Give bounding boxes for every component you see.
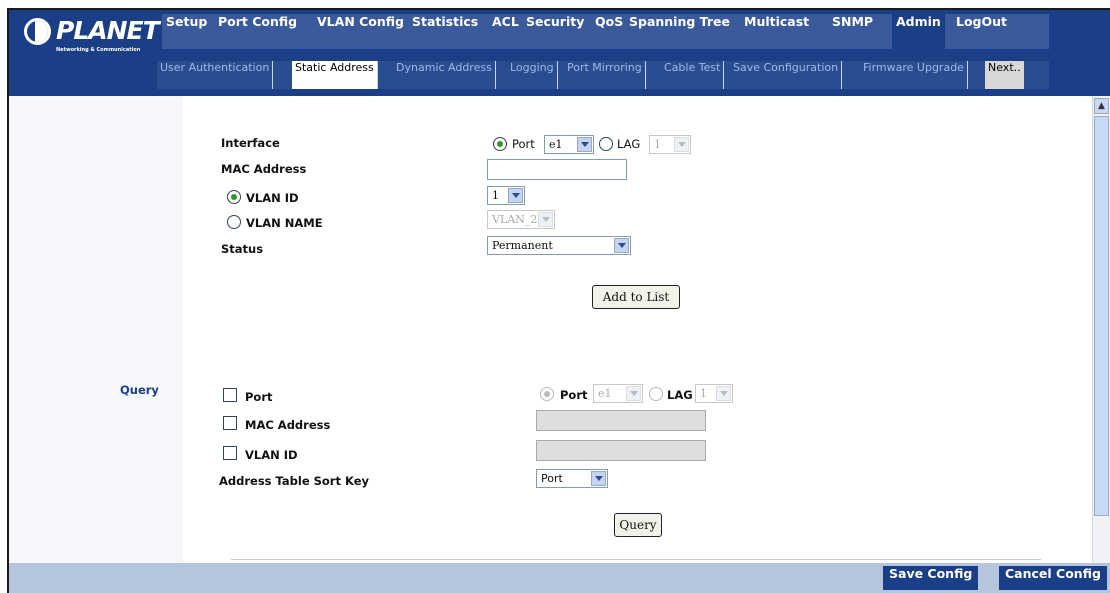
nav-acl[interactable]: ACL [488,14,523,49]
query-mac-input[interactable] [536,410,706,431]
status-label: Status [221,242,264,256]
query-mac-checkbox[interactable] [223,416,237,430]
query-lag-select[interactable]: 1 [695,384,733,403]
main-nav: Setup Port Config VLAN Config Statistics ACL… [162,14,1049,49]
sort-key-select[interactable]: Port [536,469,608,488]
mac-address-label: MAC Address [221,162,307,176]
interface-label: Interface [221,136,280,150]
left-panel [9,96,183,563]
interface-lag-label: LAG [617,137,641,151]
sub-nav: User Authentication Static Address Dynamic… [157,61,1049,89]
vlan-name-select[interactable]: VLAN_2 [487,210,555,229]
add-to-list-button[interactable]: Add to List [592,285,680,309]
sort-key-value: Port [541,472,563,485]
nav-multicast[interactable]: Multicast [740,14,813,49]
logo-tagline: Networking & Communication [56,47,141,53]
nav-qos[interactable]: QoS [591,14,627,49]
nav-spanning-tree[interactable]: Spanning Tree [625,14,734,49]
main-content: Interface Port e1 LAG 1 MAC Address VLAN… [9,96,1092,563]
planet-logo-icon [24,18,51,45]
query-lag-option-label: LAG [667,388,693,402]
subnav-save-configuration[interactable]: Save Configuration [730,61,843,89]
chevron-down-icon [716,386,731,401]
vlan-id-value: 1 [492,189,499,202]
sort-key-label: Address Table Sort Key [219,474,369,488]
query-mac-label: MAC Address [245,418,331,432]
status-select[interactable]: Permanent [487,236,631,255]
interface-port-radio[interactable] [493,137,507,151]
query-port-label: Port [245,390,273,404]
chevron-down-icon [508,188,523,203]
mac-address-input[interactable] [487,159,627,180]
nav-admin[interactable]: Admin [892,14,945,49]
logo-brand: PLANET [56,16,160,45]
query-vlan-checkbox[interactable] [223,446,237,460]
nav-statistics[interactable]: Statistics [408,14,482,49]
divider [231,559,1041,560]
query-lag-radio[interactable] [649,387,663,401]
subnav-user-authentication[interactable]: User Authentication [157,61,274,89]
nav-snmp[interactable]: SNMP [828,14,877,49]
chevron-down-icon [626,386,641,401]
interface-port-value: e1 [549,138,563,151]
chevron-down-icon [674,137,689,152]
subnav-cable-test[interactable]: Cable Test [661,61,725,89]
vlan-name-radio[interactable] [227,215,241,229]
query-port-select[interactable]: e1 [593,384,643,403]
query-lag-value: 1 [700,387,707,400]
chevron-down-icon [577,137,592,152]
nav-port-config[interactable]: Port Config [214,14,301,49]
vlan-id-radio[interactable] [227,190,241,204]
subnav-next[interactable]: Next.. [985,61,1024,89]
subnav-dynamic-address[interactable]: Dynamic Address [393,61,496,89]
interface-lag-value: 1 [654,138,661,151]
chevron-down-icon [538,212,553,227]
cancel-config-button[interactable]: Cancel Config [999,566,1107,590]
vlan-id-select[interactable]: 1 [487,186,525,205]
interface-port-select[interactable]: e1 [544,135,594,154]
query-section-label: Query [120,383,159,397]
save-config-button[interactable]: Save Config [883,566,979,590]
nav-logout[interactable]: LogOut [952,14,1011,49]
footer-bar: Save Config Cancel Config [9,563,1110,593]
query-port-option-label: Port [560,388,588,402]
nav-vlan-config[interactable]: VLAN Config [313,14,408,49]
vertical-scrollbar[interactable]: ▲ [1092,96,1110,563]
interface-lag-radio[interactable] [599,137,613,151]
query-button[interactable]: Query [614,513,662,537]
vlan-name-value: VLAN_2 [492,213,538,226]
subnav-logging[interactable]: Logging [507,61,558,89]
status-value: Permanent [492,239,553,252]
subnav-static-address[interactable]: Static Address [292,61,378,89]
vlan-name-label: VLAN NAME [246,216,323,230]
query-port-radio[interactable] [540,387,554,401]
chevron-down-icon [614,238,629,253]
query-vlan-input[interactable] [536,440,706,461]
query-port-checkbox[interactable] [223,388,237,402]
query-vlan-label: VLAN ID [245,448,298,462]
planet-logo: PLANET Networking & Communication [20,14,170,66]
vlan-id-label: VLAN ID [246,191,299,205]
interface-port-label: Port [512,137,535,151]
nav-security[interactable]: Security [522,14,588,49]
subnav-firmware-upgrade[interactable]: Firmware Upgrade [860,61,968,89]
chevron-down-icon [591,471,606,486]
subnav-port-mirroring[interactable]: Port Mirroring [564,61,646,89]
nav-setup[interactable]: Setup [162,14,211,49]
scrollbar-thumb[interactable] [1094,116,1109,516]
query-port-value: e1 [598,387,612,400]
interface-lag-select[interactable]: 1 [649,135,691,154]
scroll-up-icon[interactable]: ▲ [1094,98,1109,114]
